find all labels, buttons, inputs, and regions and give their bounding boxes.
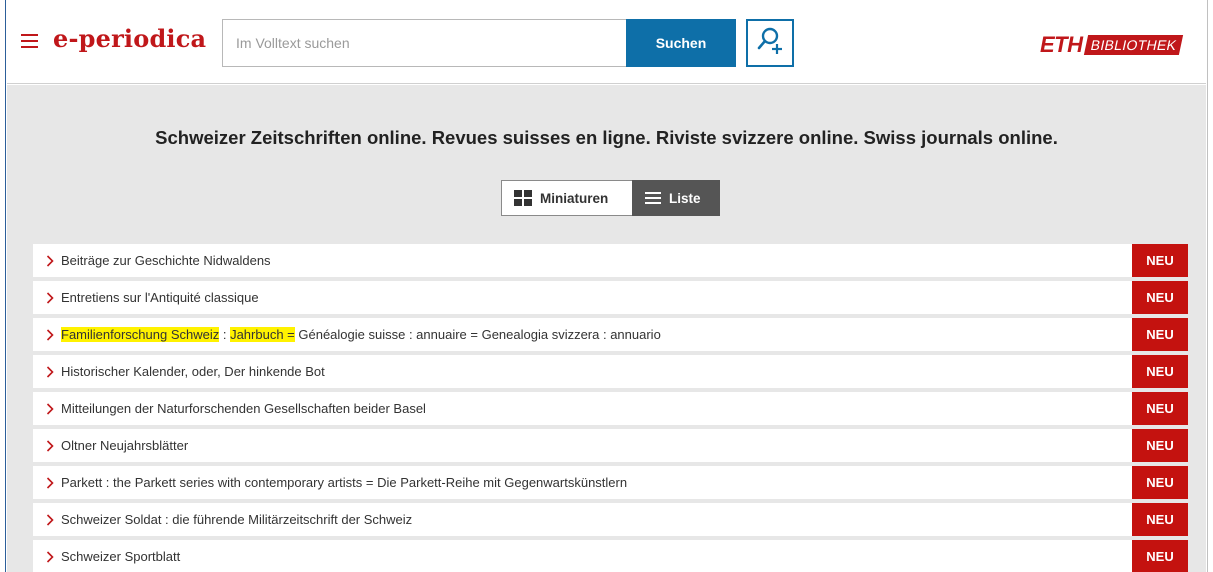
search-highlight: Familienforschung Schweiz: [61, 327, 220, 342]
thumbnails-view-button[interactable]: Miniaturen: [501, 180, 632, 216]
new-badge: NEU: [1132, 281, 1188, 314]
new-badge: NEU: [1132, 355, 1188, 388]
journal-title: Oltner Neujahrsblätter: [61, 438, 189, 453]
title-rest: Généalogie suisse : annuaire = Genealogi…: [294, 327, 661, 342]
journal-row[interactable]: Entretiens sur l'Antiquité classique NEU: [33, 281, 1188, 314]
view-toggle: Miniaturen Liste: [501, 180, 720, 216]
new-badge: NEU: [1132, 392, 1188, 425]
eth-bibliothek-logo[interactable]: ETH BIBLIOTHEK: [1040, 32, 1184, 57]
list-view-label: Liste: [669, 190, 701, 206]
new-badge: NEU: [1132, 503, 1188, 536]
journal-row[interactable]: Mitteilungen der Naturforschenden Gesell…: [33, 392, 1188, 425]
chevron-right-icon: [46, 255, 54, 267]
journal-row[interactable]: Schweizer Sportblatt NEU: [33, 540, 1188, 572]
journal-row[interactable]: Schweizer Soldat : die führende Militärz…: [33, 503, 1188, 536]
list-icon: [645, 192, 661, 204]
journal-row[interactable]: Beiträge zur Geschichte Nidwaldens NEU: [33, 244, 1188, 277]
chevron-right-icon: [46, 292, 54, 304]
title-separator: :: [219, 327, 231, 342]
advanced-search-button[interactable]: [746, 19, 794, 67]
journal-title: Mitteilungen der Naturforschenden Gesell…: [61, 401, 426, 416]
chevron-right-icon: [46, 329, 54, 341]
chevron-right-icon: [46, 514, 54, 526]
new-badge: NEU: [1132, 429, 1188, 462]
window-left-edge: [0, 0, 6, 572]
chevron-right-icon: [46, 403, 54, 415]
new-badge: NEU: [1132, 540, 1188, 572]
journal-row[interactable]: Parkett : the Parkett series with contem…: [33, 466, 1188, 499]
journal-title: Beiträge zur Geschichte Nidwaldens: [61, 253, 271, 268]
journal-title: Entretiens sur l'Antiquité classique: [61, 290, 259, 305]
chevron-right-icon: [46, 477, 54, 489]
journal-title: Schweizer Soldat : die führende Militärz…: [61, 512, 413, 527]
search-box: [222, 19, 628, 67]
journal-title: Schweizer Sportblatt: [61, 549, 181, 564]
grid-icon: [514, 190, 532, 206]
new-badge: NEU: [1132, 318, 1188, 351]
search-button[interactable]: Suchen: [626, 19, 736, 67]
site-header: e-periodica Suchen ETH BIBLIOTHEK: [7, 4, 1206, 84]
e-periodica-logo[interactable]: e-periodica: [53, 24, 206, 53]
search-highlight: Jahrbuch =: [230, 327, 295, 342]
journal-row[interactable]: Familienforschung Schweiz : Jahrbuch = G…: [33, 318, 1188, 351]
journal-title: Familienforschung Schweiz : Jahrbuch = G…: [61, 327, 661, 342]
thumbnails-view-label: Miniaturen: [540, 190, 609, 206]
chevron-right-icon: [46, 551, 54, 563]
chevron-right-icon: [46, 366, 54, 378]
new-badge: NEU: [1132, 244, 1188, 277]
page-tagline: Schweizer Zeitschriften online. Revues s…: [155, 127, 1058, 148]
eth-mark: ETH: [1040, 32, 1083, 57]
hamburger-menu-icon[interactable]: [21, 34, 38, 48]
search-plus-icon: [757, 27, 782, 54]
new-badge: NEU: [1132, 466, 1188, 499]
fulltext-search-input[interactable]: [223, 20, 628, 66]
list-view-button[interactable]: Liste: [632, 180, 720, 216]
bibliothek-label: BIBLIOTHEK: [1083, 35, 1184, 55]
journal-list: Beiträge zur Geschichte Nidwaldens NEU E…: [33, 244, 1188, 572]
journal-title: Historischer Kalender, oder, Der hinkend…: [61, 364, 325, 379]
window-right-edge: [1207, 0, 1213, 572]
chevron-right-icon: [46, 440, 54, 452]
journal-row[interactable]: Historischer Kalender, oder, Der hinkend…: [33, 355, 1188, 388]
journal-row[interactable]: Oltner Neujahrsblätter NEU: [33, 429, 1188, 462]
journal-title: Parkett : the Parkett series with contem…: [61, 475, 628, 490]
main-content: Schweizer Zeitschriften online. Revues s…: [7, 85, 1206, 572]
